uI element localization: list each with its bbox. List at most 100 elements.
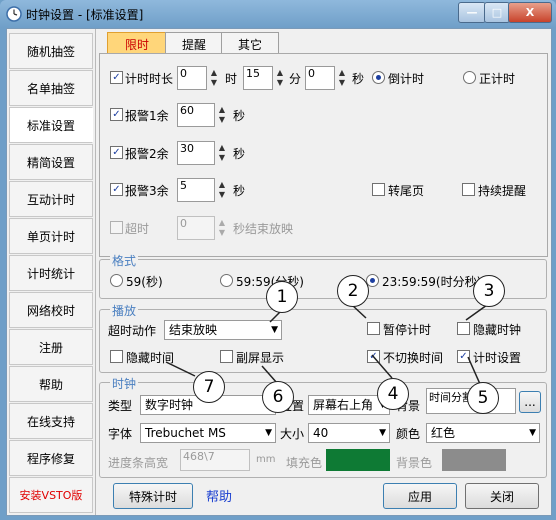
timer-duration-checkbox[interactable]: ✓ [110,71,123,84]
alarm1-input[interactable]: 60 [177,103,215,127]
format-group-title: 格式 [110,252,139,269]
seconds-input[interactable]: 0 [305,66,335,90]
overtime-checkbox[interactable] [110,221,123,234]
progress-input[interactable]: 468\7 [180,449,250,471]
countup-label: 正计时 [479,72,516,86]
callout-6: 6 [262,381,294,413]
overtime-input[interactable]: 0 [177,216,215,240]
progress-label: 进度条高宽 [108,456,169,470]
chevron-down-icon: ▼ [529,428,536,438]
timer-settings-checkbox[interactable]: ✓ [457,350,470,363]
sidebar-item-name-draw[interactable]: 名单抽签 [9,70,93,106]
sidebar-item-register[interactable]: 注册 [9,329,93,365]
pause-timing-checkbox[interactable] [367,322,380,335]
size-select[interactable]: 40 ▼ [308,423,390,443]
format-seconds-label: 59(秒) [126,275,163,289]
title-bar[interactable]: 时钟设置 - [标准设置] — □ X [0,0,556,28]
callout-2: 2 [337,275,369,307]
turn-last-page-label: 转尾页 [388,184,425,198]
hours-input[interactable]: 0 [177,66,207,90]
continuous-alert-label: 持续提醒 [478,184,527,198]
client-area: 随机抽签 名单抽签 标准设置 精简设置 互动计时 单页计时 计时统计 网络校时 … [6,28,552,516]
sidebar-item-single-page-timer[interactable]: 单页计时 [9,218,93,254]
alarm2-checkbox[interactable]: ✓ [110,146,123,159]
close-window-button[interactable]: X [508,2,552,23]
sidebar: 随机抽签 名单抽签 标准设置 精简设置 互动计时 单页计时 计时统计 网络校时 … [7,29,96,515]
alarm2-input[interactable]: 30 [177,141,215,165]
minutes-spinner[interactable]: ▲ ▼ [275,68,285,88]
tab-limit[interactable]: 限时 [107,32,167,55]
timeout-action-select[interactable]: 结束放映 ▼ [164,320,282,340]
font-select[interactable]: Trebuchet MS ▼ [140,423,276,443]
fill-color-swatch[interactable] [326,449,390,471]
sidebar-item-help[interactable]: 帮助 [9,366,93,402]
hide-time-label: 隐藏时间 [126,351,175,365]
format-seconds-radio[interactable] [110,274,123,287]
font-label: 字体 [108,427,133,441]
hide-clock-label: 隐藏时钟 [473,323,522,337]
format-hms-label: 23:59:59(时分秒) [382,275,482,289]
alarm1-checkbox[interactable]: ✓ [110,108,123,121]
settings-window: 时钟设置 - [标准设置] — □ X 随机抽签 名单抽签 标准设置 精简设置 … [0,0,556,520]
alarm3-input[interactable]: 5 [177,178,215,202]
sidebar-item-timer-stats[interactable]: 计时统计 [9,255,93,291]
alarm2-spinner[interactable]: ▲ ▼ [217,143,227,163]
alarm1-spinner[interactable]: ▲ ▼ [217,105,227,125]
special-timer-button[interactable]: 特殊计时 [113,483,193,509]
sidebar-item-repair[interactable]: 程序修复 [9,440,93,476]
timer-settings-label: 计时设置 [473,351,522,365]
clock-type-value: 数字时钟 [145,398,194,412]
overtime-label: 超时 [125,222,150,236]
hide-time-checkbox[interactable] [110,350,123,363]
alarm1-unit: 秒 [233,109,246,123]
alarm3-spinner[interactable]: ▲ ▼ [217,180,227,200]
alarm3-unit: 秒 [233,184,246,198]
font-value: Trebuchet MS [145,426,226,440]
secondary-screen-checkbox[interactable] [220,350,233,363]
sidebar-item-install-vsto[interactable]: 安装VSTO版 [9,477,93,513]
overtime-spinner[interactable]: ▲ ▼ [217,218,227,238]
alarm3-label: 报警3余 [125,184,169,198]
apply-button[interactable]: 应用 [383,483,457,509]
color-value: 红色 [431,426,456,440]
sidebar-item-online-support[interactable]: 在线支持 [9,403,93,439]
continuous-alert-checkbox[interactable] [462,183,475,196]
sidebar-item-network-time[interactable]: 网络校时 [9,292,93,328]
no-switch-time-checkbox[interactable]: ✓ [367,350,380,363]
help-link[interactable]: 帮助 [206,486,232,505]
sidebar-item-random-draw[interactable]: 随机抽签 [9,33,93,69]
alarm3-checkbox[interactable]: ✓ [110,183,123,196]
close-button[interactable]: 关闭 [465,483,539,509]
color-select[interactable]: 红色 ▼ [426,423,540,443]
color-label: 颜色 [396,427,421,441]
alarm2-unit: 秒 [233,147,246,161]
hours-unit: 时 [225,72,238,86]
seconds-unit: 秒 [352,72,365,86]
turn-last-page-checkbox[interactable] [372,183,385,196]
chevron-down-icon: ▼ [265,428,272,438]
minimize-button[interactable]: — [458,2,486,23]
no-switch-time-label: 不切换时间 [383,351,444,365]
maximize-button[interactable]: □ [484,2,510,23]
bg-color-swatch[interactable] [442,449,506,471]
countdown-radio[interactable] [372,71,385,84]
sidebar-item-simple-settings[interactable]: 精简设置 [9,144,93,180]
alarm1-label: 报警1余 [125,109,169,123]
tab-other[interactable]: 其它 [221,32,279,55]
tab-reminder[interactable]: 提醒 [165,32,223,55]
minutes-input[interactable]: 15 [243,66,273,90]
hide-clock-checkbox[interactable] [457,322,470,335]
format-min-sec-radio[interactable] [220,274,233,287]
browse-background-button[interactable]: ... [519,391,541,413]
countdown-label: 倒计时 [388,72,425,86]
sidebar-item-standard-settings[interactable]: 标准设置 [9,107,93,143]
countup-radio[interactable] [463,71,476,84]
limit-panel: ✓ 计时时长 0 ▲ ▼ 时 15 ▲ ▼ 分 0 ▲ ▼ 秒 倒计时 正计时 ✓ 报… [99,53,548,257]
sidebar-item-interactive-timer[interactable]: 互动计时 [9,181,93,217]
hours-spinner[interactable]: ▲ ▼ [209,68,219,88]
minutes-unit: 分 [289,72,302,86]
size-label: 大小 [280,427,305,441]
chevron-down-icon: ▼ [271,325,278,335]
seconds-spinner[interactable]: ▲ ▼ [337,68,347,88]
callout-5: 5 [467,382,499,414]
